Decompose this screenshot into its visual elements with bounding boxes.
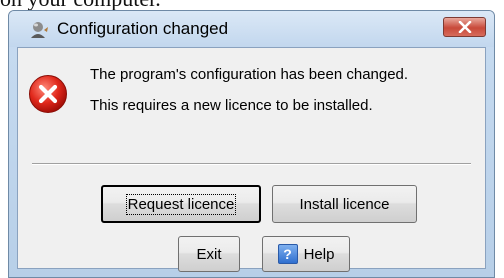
request-licence-label: Request licence bbox=[125, 193, 237, 215]
app-icon bbox=[27, 21, 49, 39]
message-line-2: This requires a new licence to be instal… bbox=[90, 97, 373, 114]
help-icon: ? bbox=[277, 244, 298, 264]
message-line-1: The program's configuration has been cha… bbox=[90, 66, 409, 83]
install-licence-button[interactable]: Install licence bbox=[272, 185, 417, 223]
help-label: Help bbox=[303, 245, 335, 263]
request-licence-button[interactable]: Request licence bbox=[101, 185, 261, 223]
close-icon bbox=[458, 21, 471, 33]
error-icon bbox=[28, 74, 68, 114]
dialog-title-bar[interactable]: Configuration changed bbox=[9, 11, 494, 47]
divider bbox=[32, 163, 471, 165]
exit-button[interactable]: Exit bbox=[178, 236, 240, 272]
close-button[interactable] bbox=[443, 17, 486, 37]
exit-label: Exit bbox=[196, 245, 222, 263]
dialog-body: The program's configuration has been cha… bbox=[17, 47, 486, 272]
dialog-title: Configuration changed bbox=[57, 19, 229, 38]
help-button[interactable]: ? Help bbox=[262, 236, 350, 272]
install-licence-label: Install licence bbox=[299, 195, 390, 213]
configuration-dialog: Configuration changed The program's conf… bbox=[8, 10, 495, 278]
